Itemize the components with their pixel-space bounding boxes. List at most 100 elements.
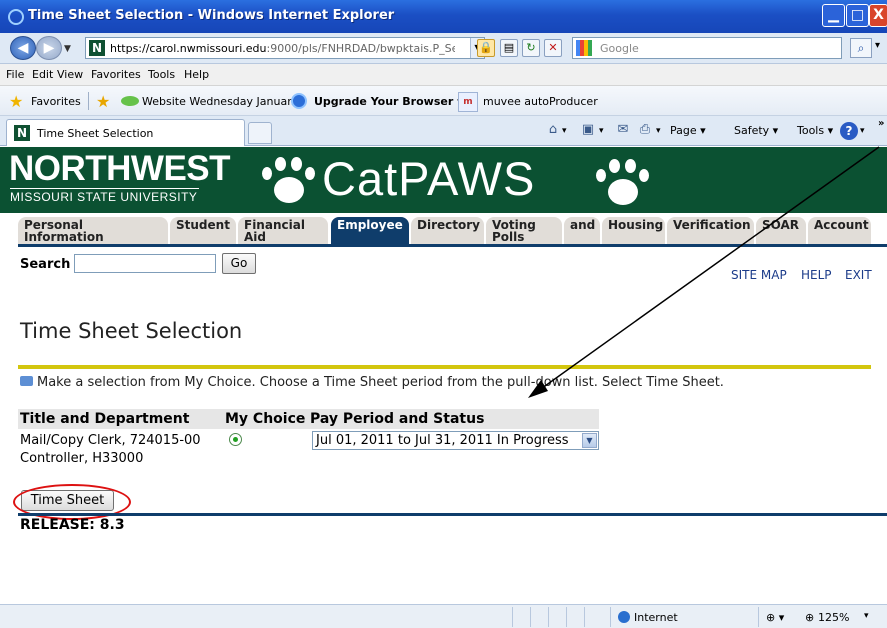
help-icon[interactable]: ? <box>840 122 858 140</box>
tab-directory[interactable]: Directory <box>411 217 484 245</box>
job-title-text: Mail/Copy Clerk, 724015-00 <box>20 433 201 448</box>
info-message: Make a selection from My Choice. Choose … <box>20 375 724 390</box>
paw-print-icon <box>262 155 320 207</box>
ie-upgrade-icon <box>291 93 307 109</box>
print-dropdown-icon[interactable]: ▾ <box>656 126 661 136</box>
tab-label: Time Sheet Selection <box>37 127 154 140</box>
catpaws-banner: NORTHWEST MISSOURI STATE UNIVERSITY CatP… <box>0 147 887 213</box>
favorite-website-wednesday[interactable]: Website Wednesday Januar... <box>142 95 301 108</box>
zoom-icon[interactable]: ⊕ <box>805 611 814 624</box>
search-placeholder: Google <box>600 42 639 55</box>
header-my-choice: My Choice <box>223 409 308 429</box>
tab-account[interactable]: Account <box>808 217 871 245</box>
page-title: Time Sheet Selection <box>20 319 243 343</box>
info-text: Make a selection from My Choice. Choose … <box>37 375 724 390</box>
footer-divider <box>18 513 887 516</box>
menu-file[interactable]: File <box>6 68 24 81</box>
menu-edit[interactable]: Edit <box>32 68 53 81</box>
maximize-button[interactable]: □ <box>846 4 869 27</box>
tab-command-bar: N Time Sheet Selection ⌂ ▾ ▣ ▾ ✉ ⎙ ▾ Pag… <box>0 116 887 146</box>
status-cell <box>758 607 759 627</box>
status-cell <box>530 607 531 627</box>
header-pay-period: Pay Period and Status <box>308 409 599 429</box>
tab-personal-information[interactable]: Personal Information <box>18 217 168 245</box>
site-map-link[interactable]: SITE MAP <box>731 268 787 282</box>
pay-period-select[interactable]: Jul 01, 2011 to Jul 31, 2011 In Progress… <box>312 431 599 450</box>
favorite-upgrade-browser[interactable]: Upgrade Your Browser ▾ <box>314 95 463 108</box>
site-search-input[interactable] <box>74 254 216 273</box>
status-cell <box>566 607 567 627</box>
menu-help[interactable]: Help <box>184 68 209 81</box>
tab-financial-aid[interactable]: Financial Aid <box>238 217 328 245</box>
status-cell <box>548 607 549 627</box>
feeds-icon[interactable]: ▣ <box>580 122 596 138</box>
catpaws-title: CatPAWS <box>322 152 536 205</box>
exit-link[interactable]: EXIT <box>845 268 872 282</box>
search-icon[interactable]: ⌕ <box>850 38 872 58</box>
menu-tools[interactable]: Tools <box>148 68 175 81</box>
url-text[interactable]: https://carol.nwmissouri.edu:9000/pls/FN… <box>110 42 455 55</box>
tab-voting-polls[interactable]: Voting Polls <box>486 217 562 245</box>
tab-favicon: N <box>14 125 30 141</box>
home-icon[interactable]: ⌂ <box>545 122 561 138</box>
tab-soar[interactable]: SOAR <box>756 217 806 245</box>
back-button[interactable]: ◀ <box>10 36 36 60</box>
go-button[interactable]: Go <box>222 253 256 274</box>
read-mail-icon[interactable]: ✉ <box>615 122 631 138</box>
tab-employee[interactable]: Employee <box>331 217 409 245</box>
close-button[interactable]: X <box>869 4 887 27</box>
lock-icon[interactable]: 🔒 <box>477 39 495 57</box>
tools-menu[interactable]: Tools ▾ <box>797 124 833 137</box>
release-label: RELEASE: 8.3 <box>20 517 125 533</box>
tab-housing[interactable]: Housing <box>602 217 665 245</box>
home-dropdown-icon[interactable]: ▾ <box>562 126 567 136</box>
stop-icon[interactable]: ✕ <box>544 39 562 57</box>
status-bar: Internet ⊕ ▾ ⊕ 125% ▾ <box>0 604 887 628</box>
search-provider-icon <box>576 40 592 56</box>
zoom-level[interactable]: 125% <box>818 611 849 624</box>
forward-button[interactable]: ▶ <box>36 36 62 60</box>
url-field[interactable]: N https://carol.nwmissouri.edu:9000/pls/… <box>85 37 485 59</box>
search-label: Search <box>20 257 71 272</box>
refresh-icon[interactable]: ↻ <box>522 39 540 57</box>
protected-mode-icon[interactable]: ⊕ ▾ <box>766 611 784 624</box>
paw-print-icon <box>596 157 654 209</box>
recent-pages-dropdown-icon[interactable]: ▼ <box>64 44 71 54</box>
window-title: Time Sheet Selection - Windows Internet … <box>28 8 395 23</box>
status-cell <box>512 607 513 627</box>
zoom-dropdown-icon[interactable]: ▾ <box>864 611 869 621</box>
help-dropdown-icon[interactable]: ▾ <box>860 126 865 136</box>
search-options-icon[interactable]: ▾ <box>875 40 880 51</box>
favorites-button[interactable]: Favorites <box>31 95 81 108</box>
favorite-muvee[interactable]: muvee autoProducer <box>483 95 598 108</box>
menu-favorites[interactable]: Favorites <box>91 68 141 81</box>
browser-tab-time-sheet[interactable]: N Time Sheet Selection <box>6 119 245 146</box>
tab-and[interactable]: and <box>564 217 600 245</box>
feeds-dropdown-icon[interactable]: ▾ <box>599 126 604 136</box>
add-favorite-icon[interactable]: ★ <box>96 92 110 111</box>
chevron-down-icon[interactable]: ▼ <box>582 433 597 448</box>
site-favicon: N <box>89 40 105 56</box>
status-cell <box>584 607 585 627</box>
safety-menu[interactable]: Safety ▾ <box>734 124 778 137</box>
print-icon[interactable]: ⎙ <box>637 122 653 138</box>
page-menu[interactable]: Page ▾ <box>670 124 706 137</box>
new-tab-button[interactable] <box>248 122 272 144</box>
toolbar-overflow-icon[interactable]: » <box>878 118 884 129</box>
minimize-button[interactable]: ▁ <box>822 4 845 27</box>
internet-zone-icon <box>618 611 630 623</box>
muvee-icon: m <box>458 92 478 112</box>
compatibility-view-icon[interactable]: ▤ <box>500 39 518 57</box>
search-box[interactable]: Google <box>572 37 842 59</box>
window-titlebar: Time Sheet Selection - Windows Internet … <box>0 0 887 33</box>
security-zone-text: Internet <box>634 611 678 624</box>
tab-verification[interactable]: Verification <box>667 217 754 245</box>
favorites-bar: ★ Favorites ★ Website Wednesday Januar..… <box>0 86 887 116</box>
nav-divider <box>18 244 887 247</box>
favorites-star-icon[interactable]: ★ <box>9 92 23 111</box>
help-link[interactable]: HELP <box>801 268 832 282</box>
my-choice-radio[interactable] <box>229 433 242 446</box>
internet-explorer-icon <box>8 9 24 25</box>
menu-view[interactable]: View <box>57 68 83 81</box>
tab-student[interactable]: Student <box>170 217 236 245</box>
